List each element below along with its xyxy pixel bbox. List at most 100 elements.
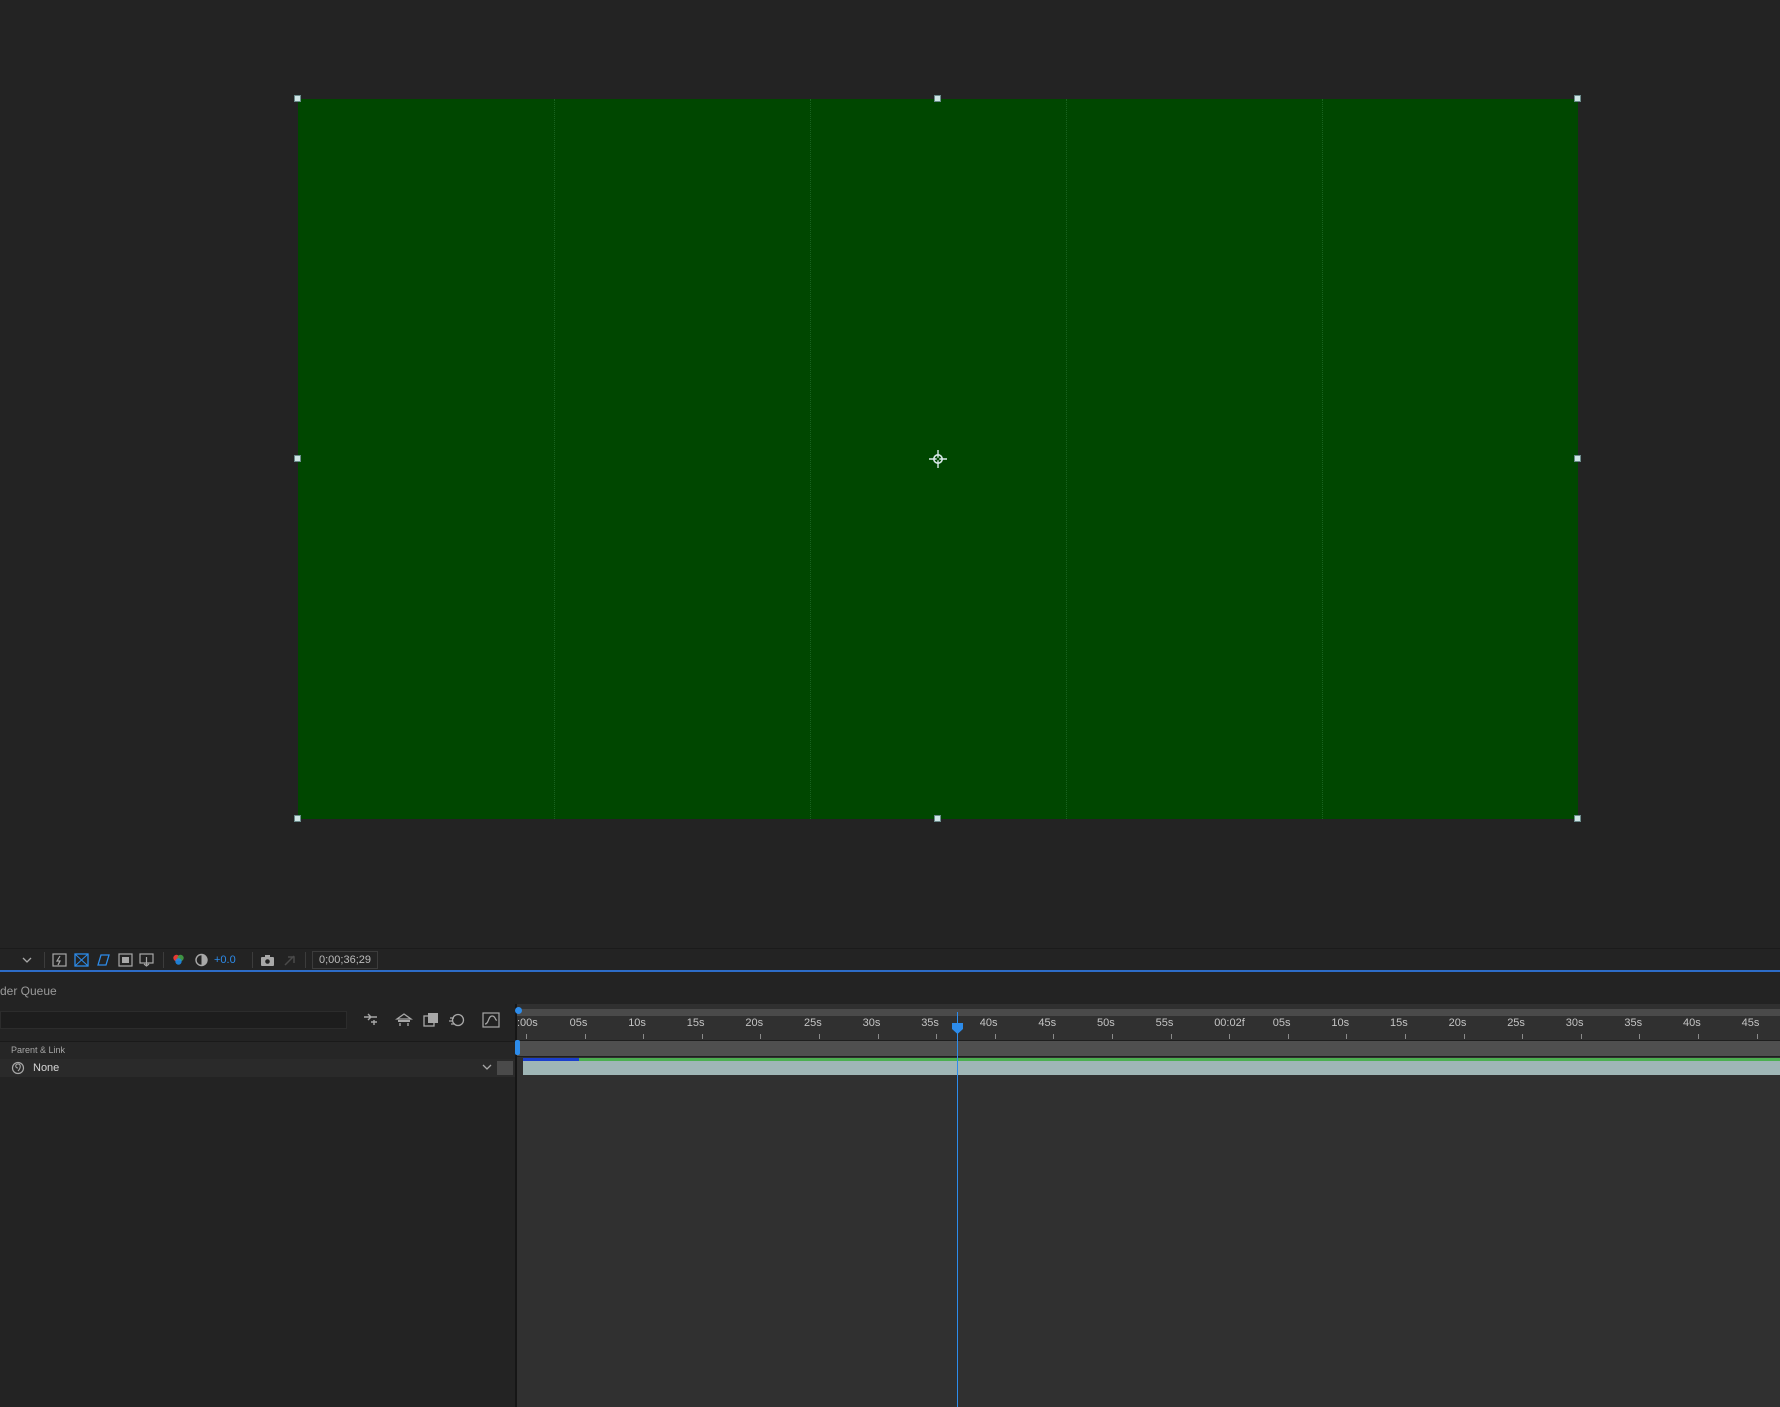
transform-handle-right[interactable] (1574, 455, 1581, 462)
toolbar-divider (44, 952, 45, 968)
graph-editor-icon[interactable] (482, 1012, 500, 1028)
transform-handle-bottom-right[interactable] (1574, 815, 1581, 822)
ruler-tick-label: 10s (1331, 1017, 1350, 1029)
ruler-tick-label: 15s (1390, 1017, 1408, 1029)
layer-color-label[interactable] (497, 1061, 513, 1075)
toolbar-divider (163, 952, 164, 968)
ruler-tick-mark (1698, 1034, 1699, 1039)
guide-line (810, 99, 811, 819)
ruler-tick-label: 40s (1683, 1017, 1701, 1029)
guide-line (554, 99, 555, 819)
ruler-tick-mark (1405, 1034, 1406, 1039)
ruler-tick-mark (994, 1034, 996, 1039)
ruler-tick-mark (1053, 1034, 1055, 1039)
ruler-tick-label: 20s (1448, 1017, 1467, 1029)
transform-handle-top-right[interactable] (1574, 95, 1581, 102)
ruler-tick-label: 35s (921, 1017, 939, 1029)
transform-handle-bottom-left[interactable] (294, 815, 301, 822)
toggle-3d-view-icon[interactable] (139, 953, 154, 967)
parent-link-column-label: Parent & Link (11, 1045, 66, 1055)
ruler-tick-label: 45s (1038, 1017, 1057, 1029)
ruler-tick-mark (1522, 1034, 1524, 1039)
timeline-graph[interactable]: :00s 05s 10s 15s 20s 25s 30s 35s 40s 45s 50s 55s 00:… (515, 1004, 1780, 1407)
reset-exposure-icon[interactable] (194, 953, 209, 967)
current-time-display[interactable]: 0;00;36;29 (312, 951, 378, 969)
ruler-tick-mark (1580, 1034, 1582, 1039)
ruler-tick-mark (1756, 1034, 1758, 1039)
ruler-tick-mark (819, 1034, 820, 1039)
ruler-tick-label: 30s (862, 1017, 881, 1029)
ruler-tick-mark (1229, 1034, 1231, 1039)
pick-whip-icon[interactable] (11, 1061, 25, 1075)
timeline-layer-panel: Parent & Link None (0, 1004, 516, 1407)
guide-line (1322, 99, 1323, 819)
composition-mini-flowchart-icon[interactable] (362, 1012, 380, 1028)
layer-bar-selected-segment (523, 1058, 579, 1061)
chevron-down-icon[interactable] (22, 956, 32, 964)
column-header: Parent & Link (0, 1041, 516, 1060)
transparency-grid-icon[interactable] (74, 953, 89, 967)
ruler-tick-label: 05s (569, 1017, 588, 1029)
ruler-tick-mark (584, 1034, 586, 1039)
toolbar-divider (252, 952, 253, 968)
current-time-indicator-line[interactable] (957, 1012, 958, 1407)
exposure-value[interactable]: +0.0 (214, 954, 236, 966)
ruler-tick-mark (1463, 1034, 1465, 1039)
work-area-bar[interactable] (517, 1009, 1780, 1016)
ruler-tick-label: 25s (804, 1017, 822, 1029)
ruler-tick-label: 10s (628, 1017, 646, 1029)
ruler-tick-mark (1639, 1034, 1641, 1039)
layer-row[interactable]: None (0, 1059, 516, 1077)
show-snapshot-icon[interactable] (282, 953, 297, 967)
ruler-tick-label: 30s (1565, 1017, 1584, 1029)
composition-canvas[interactable] (294, 95, 1581, 822)
anchor-point-icon[interactable] (929, 450, 947, 468)
viewer-toolbar: +0.0 0;00;36;29 (0, 948, 1780, 972)
transform-handle-top-left[interactable] (294, 95, 301, 102)
time-ruler[interactable]: :00s 05s 10s 15s 20s 25s 30s 35s 40s 45s 50s 55s 00:… (517, 1017, 1780, 1039)
frame-blending-icon[interactable] (422, 1012, 440, 1028)
fast-preview-icon[interactable] (52, 953, 67, 967)
time-navigator-start-handle[interactable] (515, 1040, 520, 1055)
work-area-start-marker[interactable] (515, 1007, 522, 1014)
snapshot-icon[interactable] (260, 953, 275, 967)
current-time-indicator-icon[interactable] (951, 1022, 964, 1035)
ruler-tick-label: 50s (1097, 1017, 1115, 1029)
ruler-tick-label: 45s (1741, 1017, 1760, 1029)
ruler-tick-mark (1170, 1034, 1172, 1039)
ruler-tick-label: 55s (1155, 1017, 1174, 1029)
ruler-tick-label: 25s (1507, 1017, 1525, 1029)
ruler-tick-mark (936, 1034, 938, 1039)
ruler-tick-mark (643, 1034, 645, 1039)
ruler-tick-mark (1346, 1034, 1348, 1039)
ruler-tick-mark (1287, 1034, 1289, 1039)
ruler-tick-mark (877, 1034, 879, 1039)
ruler-tick-label: 35s (1624, 1017, 1643, 1029)
ruler-tick-label: :00s (517, 1017, 538, 1029)
panel-tab-row: der Queue (0, 974, 1780, 1004)
toolbar-divider (305, 952, 306, 968)
ruler-tick-label: 00:02f (1214, 1017, 1245, 1029)
ruler-tick-label: 40s (979, 1017, 998, 1029)
ruler-tick-mark (701, 1034, 703, 1039)
transform-handle-bottom[interactable] (934, 815, 941, 822)
time-navigator-bar[interactable] (517, 1040, 1780, 1057)
transform-handle-left[interactable] (294, 455, 301, 462)
draft-3d-icon[interactable] (395, 1012, 413, 1028)
show-channel-icon[interactable] (171, 953, 186, 967)
motion-blur-icon[interactable] (448, 1012, 466, 1028)
composition-viewer[interactable] (0, 0, 1780, 948)
ruler-tick-mark (526, 1034, 527, 1039)
transform-handle-top[interactable] (934, 95, 941, 102)
layer-search-input[interactable] (0, 1011, 347, 1029)
chevron-down-icon[interactable] (482, 1062, 492, 1072)
layer-bar-keyframe-track (523, 1058, 1780, 1061)
ruler-tick-label: 15s (686, 1017, 705, 1029)
mask-visibility-icon[interactable] (96, 953, 111, 967)
tab-render-queue[interactable]: der Queue (0, 984, 57, 998)
layer-duration-bar[interactable] (523, 1058, 1780, 1075)
parent-dropdown[interactable]: None (33, 1061, 493, 1075)
region-of-interest-icon[interactable] (118, 953, 133, 967)
ruler-tick-mark (760, 1034, 762, 1039)
ruler-tick-mark (1112, 1034, 1113, 1039)
